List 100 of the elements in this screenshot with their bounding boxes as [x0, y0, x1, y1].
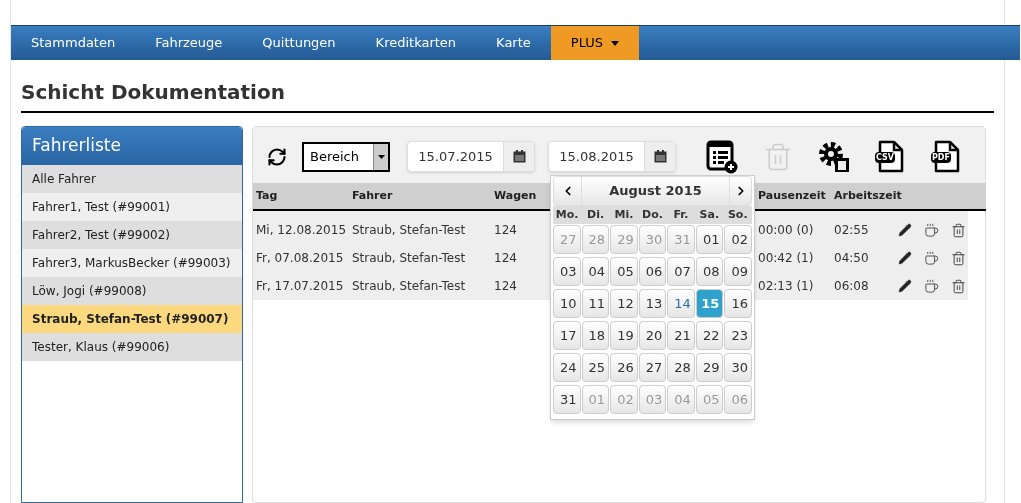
table-cell: 124: [494, 223, 517, 237]
coffee-icon: [924, 222, 939, 238]
column-header: Tag: [256, 188, 278, 202]
calendar-button[interactable]: [503, 142, 534, 171]
month-label: August 2015: [608, 182, 703, 201]
calendar-day[interactable]: 08: [695, 257, 724, 286]
calendar-day[interactable]: 06: [638, 257, 667, 286]
table-cell: 02:13 (1): [758, 279, 814, 293]
driver-list-item[interactable]: Fahrer2, Test (#99002): [22, 221, 242, 249]
calendar-day[interactable]: 17: [553, 321, 581, 350]
weekday-label: Di.: [586, 206, 606, 223]
calendar-day[interactable]: 10: [553, 289, 581, 318]
panel-title: Fahrerliste: [32, 134, 121, 158]
nav-tab[interactable]: Karte: [476, 26, 551, 60]
driver-list-item[interactable]: Löw, Jogi (#99008): [22, 277, 242, 305]
calendar-day[interactable]: 31: [553, 385, 581, 414]
edit-button[interactable]: [898, 279, 912, 293]
nav-tab[interactable]: Fahrzeuge: [135, 26, 243, 60]
gear-icon: [817, 139, 851, 174]
calendar-day[interactable]: 04: [581, 257, 610, 286]
calendar-day[interactable]: 14: [667, 289, 695, 318]
calendar-day[interactable]: 22: [695, 321, 724, 350]
file-type-label: PDF: [931, 151, 951, 163]
table-cell: 06:08: [834, 279, 869, 293]
calendar-day[interactable]: 05: [610, 257, 638, 286]
driver-list-item[interactable]: Fahrer1, Test (#99001): [22, 193, 242, 221]
table-cell: Fr, 17.07.2015: [256, 279, 344, 293]
calendar-day[interactable]: 26: [610, 353, 638, 382]
toolbar-button[interactable]: CSV: [868, 136, 912, 177]
calendar-day[interactable]: 24: [553, 353, 581, 382]
calendar-icon: [653, 150, 667, 163]
calendar-day[interactable]: 09: [724, 257, 752, 286]
calendar-day[interactable]: 16: [724, 289, 752, 318]
date-field[interactable]: 15.07.2015: [407, 141, 535, 172]
calendar-day[interactable]: 11: [581, 289, 610, 318]
nav-tab[interactable]: Kreditkarten: [355, 26, 477, 60]
calendar-day[interactable]: 28: [667, 353, 695, 382]
delete-button[interactable]: [951, 222, 966, 238]
calendar-day[interactable]: 07: [667, 257, 695, 286]
pencil-icon: [898, 223, 912, 237]
weekday-label: So.: [726, 206, 749, 223]
table-cell: 124: [494, 251, 517, 265]
date-value: 15.08.2015: [558, 147, 635, 166]
calendar-day[interactable]: 01: [695, 225, 724, 254]
toolbar-button[interactable]: PDF: [924, 136, 968, 177]
weekday-label: Fr.: [672, 206, 690, 223]
select-value: Bereich: [309, 147, 360, 166]
break-button[interactable]: [924, 222, 939, 238]
table-cell: 02:55: [834, 223, 869, 237]
date-field[interactable]: 15.08.2015: [548, 141, 676, 172]
break-button[interactable]: [924, 250, 939, 266]
calendar-day[interactable]: 30: [724, 353, 752, 382]
calendar-day[interactable]: 23: [724, 321, 752, 350]
driver-list-item[interactable]: Alle Fahrer: [22, 165, 242, 193]
table-cell: Fr, 07.08.2015: [256, 251, 344, 265]
calendar-day[interactable]: 02: [724, 225, 752, 254]
delete-button[interactable]: [951, 250, 966, 266]
calendar-day[interactable]: 20: [638, 321, 667, 350]
break-button[interactable]: [924, 278, 939, 294]
calendar-icon: [512, 150, 526, 163]
trash-icon: [951, 222, 966, 238]
calendar-button[interactable]: [644, 142, 675, 171]
file-type-label: CSV: [875, 151, 895, 163]
calendar-day[interactable]: 29: [695, 353, 724, 382]
nav-tab[interactable]: Quittungen: [242, 26, 356, 60]
column-header: Pausenzeit: [758, 188, 826, 202]
range-select[interactable]: Bereich: [302, 141, 390, 172]
list-add-icon: [706, 139, 738, 174]
calendar-day[interactable]: 03: [553, 257, 581, 286]
driver-list-item[interactable]: Fahrer3, MarkusBecker (#99003): [22, 249, 242, 277]
table-cell: Mi, 12.08.2015: [256, 223, 347, 237]
caret-icon: [377, 154, 385, 159]
calendar-day[interactable]: 21: [667, 321, 695, 350]
nav-tab[interactable]: Stammdaten: [11, 26, 136, 60]
table-cell: 00:00 (0): [758, 223, 814, 237]
trash-icon: [951, 250, 966, 266]
table-cell: Straub, Stefan-Test: [352, 279, 466, 293]
refresh-icon: [267, 146, 287, 167]
column-header: Fahrer: [352, 188, 393, 202]
calendar-day[interactable]: 12: [610, 289, 638, 318]
calendar-day[interactable]: 19: [610, 321, 638, 350]
pencil-icon: [898, 251, 912, 265]
table-cell: 124: [494, 279, 517, 293]
table-cell: Straub, Stefan-Test: [352, 223, 466, 237]
coffee-icon: [924, 250, 939, 266]
calendar-day[interactable]: 13: [638, 289, 667, 318]
weekday-label: Mo.: [554, 206, 580, 223]
edit-button[interactable]: [898, 223, 912, 237]
calendar-day[interactable]: 18: [581, 321, 610, 350]
calendar-day[interactable]: 27: [638, 353, 667, 382]
driver-list-item[interactable]: Straub, Stefan-Test (#99007): [22, 305, 242, 333]
weekday-label: Do.: [641, 206, 664, 223]
weekday-label: Mi.: [613, 206, 635, 223]
pencil-icon: [898, 279, 912, 293]
driver-list-item[interactable]: Tester, Klaus (#99006): [22, 333, 242, 361]
calendar-day[interactable]: 25: [581, 353, 610, 382]
delete-button[interactable]: [951, 278, 966, 294]
edit-button[interactable]: [898, 251, 912, 265]
nav-tab[interactable]: PLUS: [550, 26, 639, 60]
trash-icon: [951, 278, 966, 294]
